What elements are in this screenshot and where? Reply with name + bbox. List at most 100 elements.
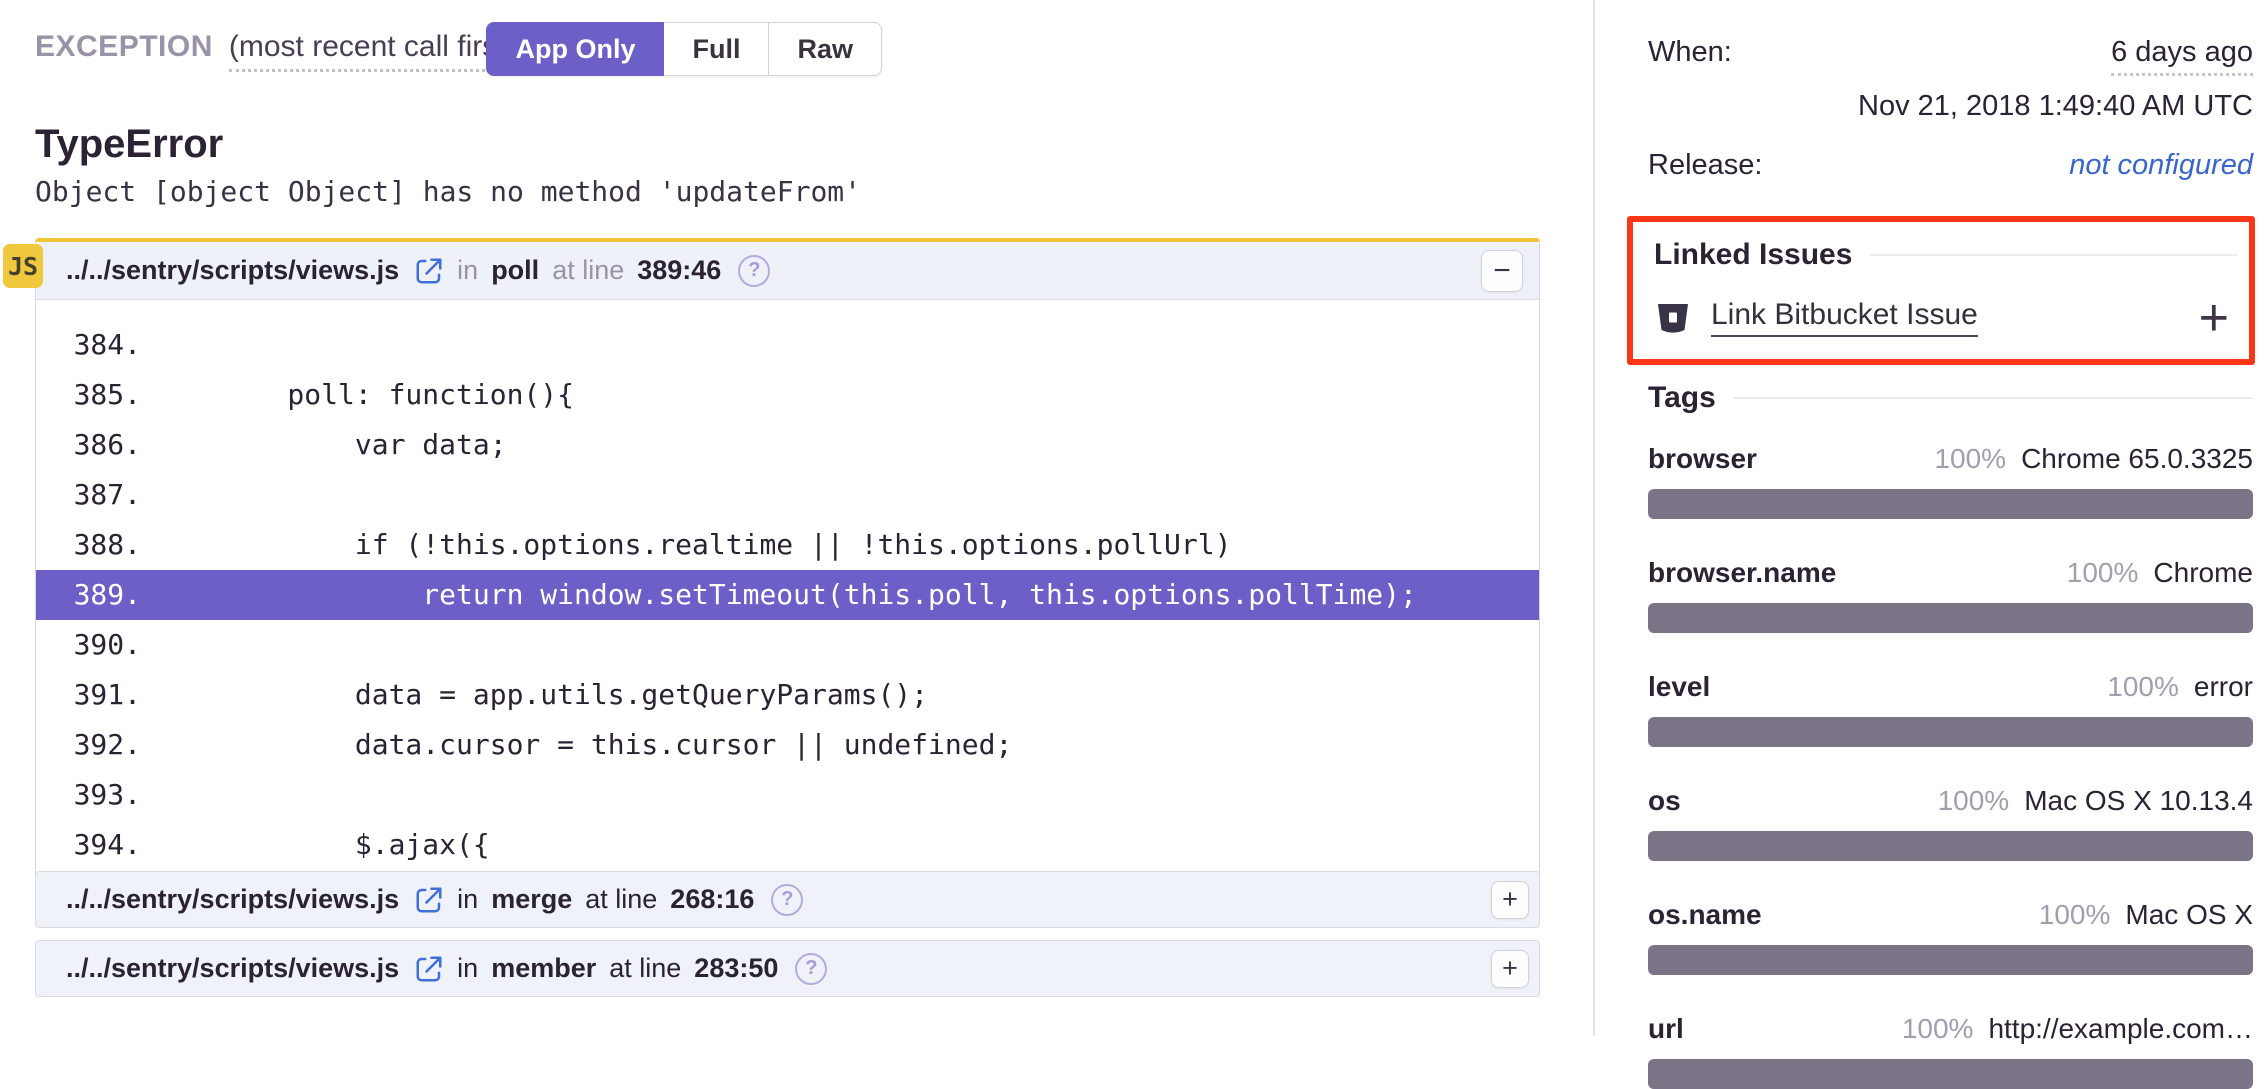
- source-code-context: 384.385. poll: function(){386. var data;…: [36, 300, 1539, 894]
- code-text: data.cursor = this.cursor || undefined;: [220, 720, 1012, 770]
- when-label: When:: [1648, 36, 1732, 69]
- stack-frame-expanded: ../../sentry/scripts/views.js in poll at…: [35, 238, 1540, 895]
- linked-issues-annotation-box: Linked Issues Link Bitbucket Issue +: [1627, 216, 2255, 365]
- tag-distribution-bar: [1648, 717, 2253, 747]
- at-line-label: at line: [552, 255, 624, 286]
- frame-location: 389:46: [637, 255, 721, 286]
- frame-function: merge: [491, 884, 572, 915]
- tag-percent: 100%: [2107, 671, 2179, 703]
- call-order-hint[interactable]: (most recent call first): [229, 30, 516, 72]
- frame-filename[interactable]: ../../sentry/scripts/views.js: [66, 953, 399, 984]
- line-number: 394.: [36, 820, 141, 870]
- tag-percent: 100%: [2067, 557, 2139, 589]
- line-number: 392.: [36, 720, 141, 770]
- platform-js-badge: JS: [3, 244, 43, 288]
- tag-percent: 100%: [1934, 443, 2006, 475]
- tag-key[interactable]: level: [1648, 671, 1710, 703]
- code-text: $.ajax({: [220, 820, 490, 870]
- at-line-label: at line: [585, 884, 657, 915]
- stack-frame-header[interactable]: ../../sentry/scripts/views.js in poll at…: [36, 242, 1539, 300]
- expand-frame-button[interactable]: +: [1491, 881, 1529, 919]
- frame-filename[interactable]: ../../sentry/scripts/views.js: [66, 884, 399, 915]
- frame-filename[interactable]: ../../sentry/scripts/views.js: [66, 255, 399, 286]
- expand-frame-button[interactable]: +: [1491, 950, 1529, 988]
- frame-function: poll: [491, 255, 539, 286]
- in-label: in: [457, 884, 478, 915]
- code-line: 393.: [36, 770, 1539, 820]
- bitbucket-icon: [1654, 299, 1692, 337]
- stack-frame-collapsed[interactable]: ../../sentry/scripts/views.js in merge a…: [35, 871, 1540, 928]
- linked-issues-header: Linked Issues: [1654, 238, 2237, 272]
- line-number: 389.: [36, 570, 141, 620]
- tag-value: Mac OS X: [2125, 899, 2253, 931]
- line-number: 384.: [36, 320, 141, 370]
- code-line: 394. $.ajax({: [36, 820, 1539, 870]
- tag-distribution-bar: [1648, 603, 2253, 633]
- release-not-configured-link[interactable]: not configured: [2069, 149, 2253, 182]
- code-line: 390.: [36, 620, 1539, 670]
- line-number: 391.: [36, 670, 141, 720]
- exception-panel: EXCEPTION (most recent call first) App O…: [0, 0, 1593, 1036]
- code-line: 384.: [36, 320, 1539, 370]
- code-line: 386. var data;: [36, 420, 1539, 470]
- help-icon[interactable]: ?: [738, 255, 770, 287]
- link-bitbucket-issue-link[interactable]: Link Bitbucket Issue: [1711, 298, 1978, 337]
- code-line: 392. data.cursor = this.cursor || undefi…: [36, 720, 1539, 770]
- line-number: 385.: [36, 370, 141, 420]
- line-number: 387.: [36, 470, 141, 520]
- tag-key[interactable]: browser.name: [1648, 557, 1836, 589]
- code-line: 385. poll: function(){: [36, 370, 1539, 420]
- frame-function: member: [491, 953, 596, 984]
- section-rule: [1870, 254, 2237, 256]
- tag-value: Mac OS X 10.13.4: [2024, 785, 2253, 817]
- code-text: poll: function(){: [220, 370, 574, 420]
- tag-value: Chrome: [2153, 557, 2253, 589]
- event-relative-time[interactable]: 6 days ago: [2111, 36, 2253, 76]
- tag-distribution-bar: [1648, 831, 2253, 861]
- tag-percent: 100%: [1938, 785, 2010, 817]
- tag-value: error: [2194, 671, 2253, 703]
- error-message: Object [object Object] has no method 'up…: [35, 175, 861, 208]
- tags-header: Tags: [1648, 381, 2253, 415]
- help-icon[interactable]: ?: [771, 884, 803, 916]
- at-line-label: at line: [609, 953, 681, 984]
- when-row: When: 6 days ago: [1648, 36, 2253, 76]
- collapse-frame-button[interactable]: −: [1481, 250, 1523, 292]
- tag-key[interactable]: os: [1648, 785, 1681, 817]
- tag-item: level 100% error: [1648, 671, 2253, 747]
- tag-item: browser 100% Chrome 65.0.3325: [1648, 443, 2253, 519]
- tag-item: url 100% http://example.com…: [1648, 1013, 2253, 1089]
- view-toggle-raw[interactable]: Raw: [769, 22, 882, 76]
- code-text: if (!this.options.realtime || !this.opti…: [220, 520, 1231, 570]
- line-number: 390.: [36, 620, 141, 670]
- tag-percent: 100%: [1902, 1013, 1974, 1045]
- tag-distribution-bar: [1648, 489, 2253, 519]
- tag-value: http://example.com…: [1988, 1013, 2253, 1045]
- add-linked-issue-button[interactable]: +: [2199, 303, 2237, 333]
- code-text: return window.setTimeout(this.poll, this…: [220, 570, 1417, 620]
- open-in-new-icon[interactable]: [414, 954, 444, 984]
- open-in-new-icon[interactable]: [414, 885, 444, 915]
- frame-location: 283:50: [694, 953, 778, 984]
- stack-frame-collapsed[interactable]: ../../sentry/scripts/views.js in member …: [35, 940, 1540, 997]
- tag-key[interactable]: os.name: [1648, 899, 1762, 931]
- in-label: in: [457, 255, 478, 286]
- code-line-highlighted: 389. return window.setTimeout(this.poll,…: [36, 570, 1539, 620]
- view-toggle-app-only[interactable]: App Only: [486, 22, 664, 76]
- help-icon[interactable]: ?: [795, 953, 827, 985]
- link-bitbucket-row: Link Bitbucket Issue +: [1654, 298, 2237, 337]
- in-label: in: [457, 953, 478, 984]
- exception-section-header: EXCEPTION (most recent call first): [35, 30, 516, 72]
- code-text: data = app.utils.getQueryParams();: [220, 670, 928, 720]
- open-in-new-icon[interactable]: [414, 256, 444, 286]
- tag-key[interactable]: url: [1648, 1013, 1684, 1045]
- code-line: 387.: [36, 470, 1539, 520]
- view-toggle-full[interactable]: Full: [664, 22, 769, 76]
- tag-distribution-bar: [1648, 1059, 2253, 1089]
- tag-key[interactable]: browser: [1648, 443, 1757, 475]
- tag-value: Chrome 65.0.3325: [2021, 443, 2253, 475]
- tags-title: Tags: [1648, 381, 1716, 415]
- tag-item: os 100% Mac OS X 10.13.4: [1648, 785, 2253, 861]
- code-line: 388. if (!this.options.realtime || !this…: [36, 520, 1539, 570]
- tag-percent: 100%: [2039, 899, 2111, 931]
